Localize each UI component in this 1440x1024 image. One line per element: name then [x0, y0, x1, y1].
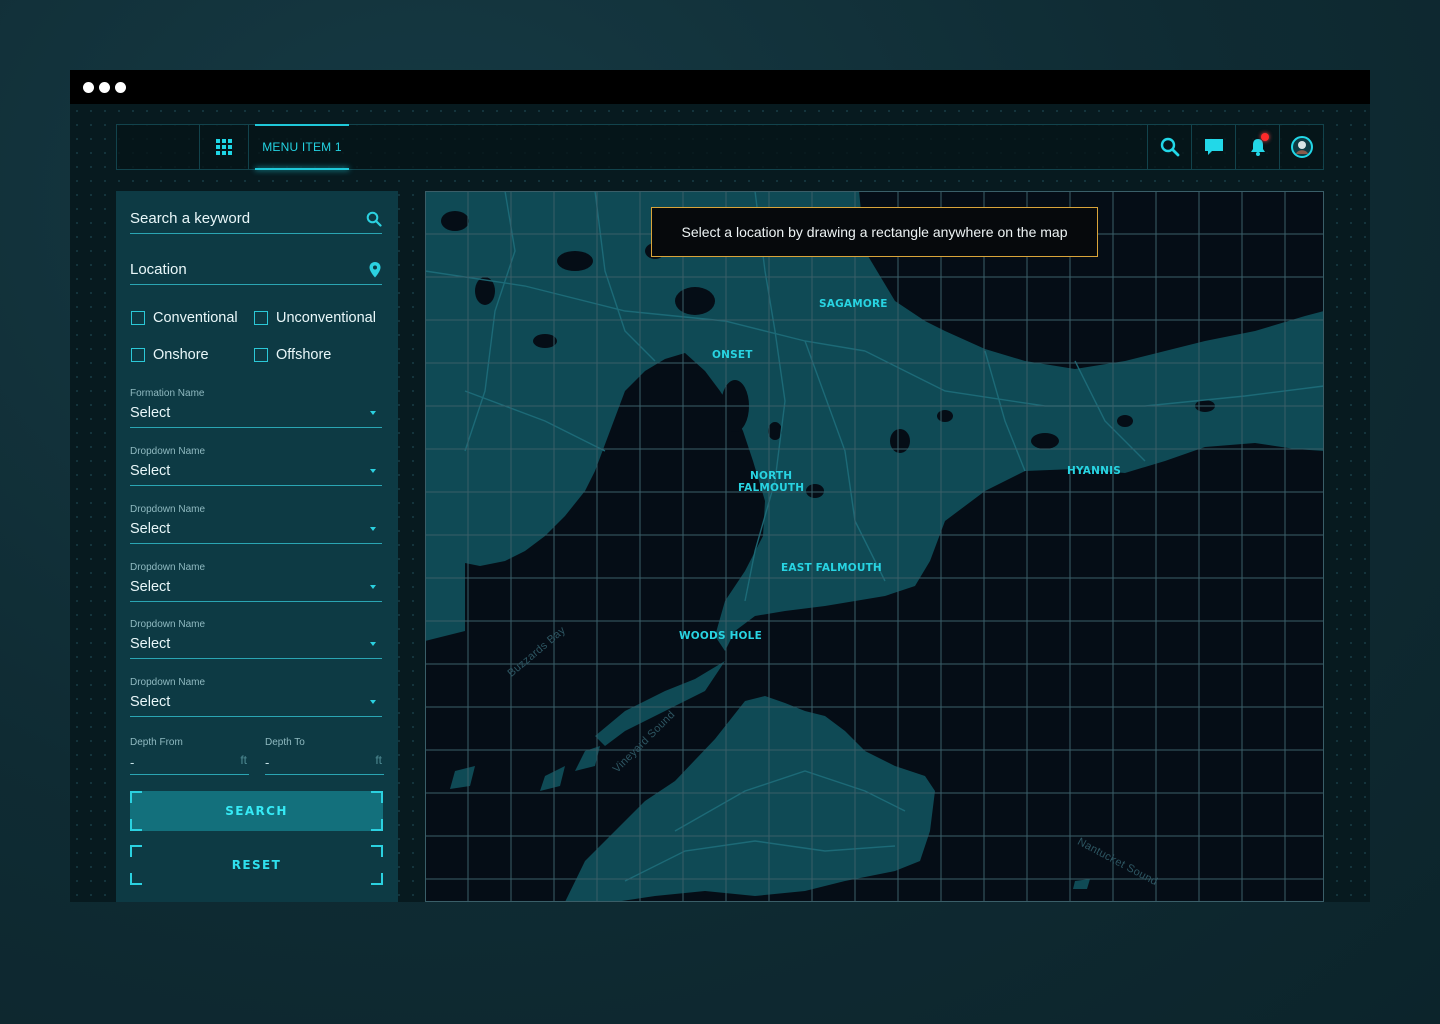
checkbox-label: Offshore: [276, 347, 332, 363]
location-input[interactable]: Location: [130, 255, 382, 285]
formation-name-dropdown[interactable]: Formation Name Select: [130, 388, 382, 428]
chat-button[interactable]: [1191, 125, 1235, 169]
window-dot-icon[interactable]: [99, 82, 110, 93]
depth-to-label: Depth To: [265, 737, 305, 748]
place-label-sagamore[interactable]: SAGAMORE: [819, 298, 888, 310]
checkbox-label: Conventional: [153, 310, 238, 326]
window-dot-icon[interactable]: [115, 82, 126, 93]
search-icon[interactable]: [366, 211, 382, 227]
dropdown-value: Select: [130, 521, 171, 537]
dropdown-6[interactable]: Dropdown Name Select: [130, 677, 382, 717]
chat-icon: [1204, 139, 1223, 155]
checkbox-box[interactable]: [131, 348, 145, 362]
dropdown-value: Select: [130, 405, 171, 421]
dropdown-label: Dropdown Name: [130, 446, 206, 457]
checkbox-offshore[interactable]: Offshore: [254, 347, 331, 363]
caret-down-icon[interactable]: [370, 700, 376, 704]
dropdown-label: Dropdown Name: [130, 562, 206, 573]
depth-from-input[interactable]: Depth From - ft: [130, 737, 249, 775]
checkbox-onshore[interactable]: Onshore: [131, 347, 209, 363]
dropdown-label: Formation Name: [130, 388, 205, 399]
header-actions: [1147, 125, 1323, 169]
dropdown-label: Dropdown Name: [130, 619, 206, 630]
search-button-label: SEARCH: [225, 804, 288, 818]
dropdown-label: Dropdown Name: [130, 677, 206, 688]
dropdown-value: Select: [130, 636, 171, 652]
dropdown-4[interactable]: Dropdown Name Select: [130, 562, 382, 602]
reset-button-label: RESET: [231, 858, 282, 872]
depth-from-unit: ft: [240, 753, 247, 767]
checkbox-label: Onshore: [153, 347, 209, 363]
caret-down-icon[interactable]: [370, 585, 376, 589]
caret-down-icon[interactable]: [370, 642, 376, 646]
depth-to-value: -: [265, 755, 270, 770]
dropdown-value: Select: [130, 579, 171, 595]
checkbox-unconventional[interactable]: Unconventional: [254, 310, 376, 326]
depth-from-value: -: [130, 755, 135, 770]
caret-down-icon[interactable]: [370, 411, 376, 415]
map-pin-icon[interactable]: [368, 261, 382, 279]
checkbox-conventional[interactable]: Conventional: [131, 310, 238, 326]
map-hint-tooltip: Select a location by drawing a rectangle…: [651, 207, 1098, 257]
notifications-button[interactable]: [1235, 125, 1279, 169]
checkbox-box[interactable]: [254, 311, 268, 325]
checkbox-label: Unconventional: [276, 310, 376, 326]
search-button[interactable]: SEARCH: [130, 791, 383, 831]
keyword-placeholder: Search a keyword: [130, 210, 251, 227]
depth-to-unit: ft: [375, 753, 382, 767]
dropdown-label: Dropdown Name: [130, 504, 206, 515]
place-label-north-falmouth[interactable]: NORTH FALMOUTH: [738, 470, 804, 494]
top-nav-bar: MENU ITEM 1: [116, 124, 1324, 170]
caret-down-icon[interactable]: [370, 469, 376, 473]
apps-grid-button[interactable]: [199, 125, 249, 169]
avatar: [1290, 136, 1313, 158]
place-label-onset[interactable]: ONSET: [712, 349, 753, 361]
profile-button[interactable]: [1279, 125, 1323, 169]
place-label-east-falmouth[interactable]: EAST FALMOUTH: [781, 562, 882, 574]
search-icon: [1160, 137, 1179, 157]
window-titlebar: [70, 70, 1370, 104]
checkbox-box[interactable]: [131, 311, 145, 325]
place-label-line: FALMOUTH: [738, 482, 805, 494]
map-canvas[interactable]: Buzzards Bay Vineyard Sound Nantucket So…: [425, 191, 1324, 902]
location-placeholder: Location: [130, 261, 187, 278]
search-button[interactable]: [1147, 125, 1191, 169]
dropdown-2[interactable]: Dropdown Name Select: [130, 446, 382, 486]
caret-down-icon[interactable]: [370, 527, 376, 531]
dropdown-value: Select: [130, 463, 171, 479]
search-sidebar: Search a keyword Location Conventional U…: [116, 191, 398, 902]
notification-badge: [1261, 133, 1269, 141]
checkbox-box[interactable]: [254, 348, 268, 362]
place-label-line: NORTH: [749, 470, 793, 482]
depth-from-label: Depth From: [130, 737, 183, 748]
window-dot-icon[interactable]: [83, 82, 94, 93]
reset-button[interactable]: RESET: [130, 845, 383, 885]
browser-window: MENU ITEM 1 Search a keyword Location Co…: [70, 70, 1370, 902]
dropdown-3[interactable]: Dropdown Name Select: [130, 504, 382, 544]
place-label-woods-hole[interactable]: WOODS HOLE: [679, 630, 762, 642]
app-body: MENU ITEM 1 Search a keyword Location Co…: [70, 104, 1370, 902]
grid-icon: [216, 139, 232, 155]
keyword-search-input[interactable]: Search a keyword: [130, 204, 382, 234]
dropdown-value: Select: [130, 694, 171, 710]
depth-to-input[interactable]: Depth To - ft: [265, 737, 384, 775]
dropdown-5[interactable]: Dropdown Name Select: [130, 619, 382, 659]
menu-item-1[interactable]: MENU ITEM 1: [255, 124, 349, 170]
place-label-hyannis[interactable]: HYANNIS: [1067, 465, 1121, 477]
